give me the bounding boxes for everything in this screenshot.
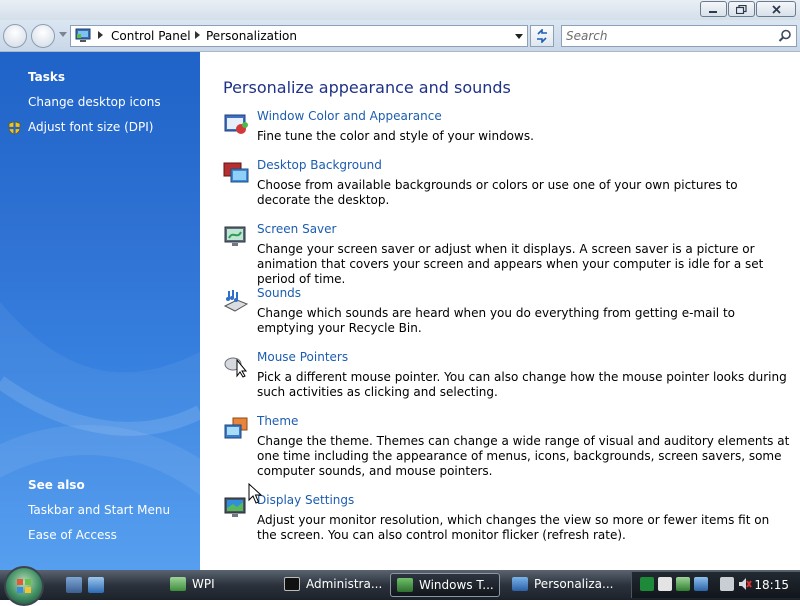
uac-shield-icon [8, 121, 21, 135]
restore-icon [736, 4, 747, 14]
security-center-icon[interactable] [676, 577, 690, 591]
show-desktop-icon[interactable] [66, 577, 82, 593]
sounds-link[interactable]: Sounds [257, 286, 301, 300]
start-button[interactable] [4, 566, 44, 606]
task-pane: Tasks Change desktop icons Adjust font s… [0, 52, 200, 570]
back-button[interactable] [3, 24, 27, 48]
sounds-description: Change which sounds are heard when you d… [257, 306, 735, 335]
theme-icon [224, 417, 248, 439]
windows-logo-icon [17, 579, 31, 593]
screen-saver-icon [224, 226, 246, 246]
network-icon[interactable] [694, 577, 708, 591]
recent-pages-dropdown[interactable] [59, 32, 67, 37]
minimize-button[interactable] [700, 1, 727, 17]
navigation-bar: Control Panel Personalization [0, 20, 800, 52]
window-color-description: Fine tune the color and style of your wi… [257, 129, 534, 143]
close-button[interactable] [756, 1, 796, 17]
tray-app-icon[interactable] [640, 577, 654, 591]
ease-of-access-link[interactable]: Ease of Access [28, 528, 117, 542]
title-bar [0, 0, 800, 20]
change-desktop-icons-link[interactable]: Change desktop icons [28, 95, 161, 109]
breadcrumb-personalization[interactable]: Personalization [206, 29, 297, 43]
display-settings-icon [224, 497, 246, 517]
taskbar-button-label: WPI [192, 577, 215, 591]
refresh-button[interactable] [530, 25, 554, 47]
sounds-icon [223, 290, 249, 312]
breadcrumb-control-panel[interactable]: Control Panel [111, 29, 191, 43]
display-settings-description: Adjust your monitor resolution, which ch… [257, 513, 770, 542]
volume-muted-icon[interactable] [738, 577, 752, 591]
adjust-font-size-link[interactable]: Adjust font size (DPI) [28, 120, 153, 134]
refresh-icon [537, 29, 547, 43]
tray-user-icon[interactable] [658, 577, 672, 591]
notification-area: 18:15 [631, 572, 800, 598]
see-also-heading: See also [28, 478, 85, 492]
main-content: Personalize appearance and sounds Window… [200, 52, 800, 570]
taskbar-button-personalization[interactable]: Personaliza... [506, 573, 622, 597]
mouse-cursor-icon [248, 483, 262, 504]
system-clock[interactable]: 18:15 [754, 578, 789, 592]
caption-buttons [700, 1, 796, 17]
close-icon [771, 4, 781, 14]
screen-saver-link[interactable]: Screen Saver [257, 222, 336, 236]
taskbar: WPI Administra... Windows T... Personali… [0, 566, 800, 606]
switch-windows-icon[interactable] [88, 577, 104, 593]
search-input[interactable] [566, 28, 766, 44]
mouse-pointers-description: Pick a different mouse pointer. You can … [257, 370, 787, 399]
theme-link[interactable]: Theme [257, 414, 298, 428]
screen-saver-description: Change your screen saver or adjust when … [257, 242, 764, 286]
page-title: Personalize appearance and sounds [223, 78, 511, 97]
taskbar-button-label: Personaliza... [534, 577, 614, 591]
maximize-button[interactable] [728, 1, 755, 17]
breadcrumb-separator[interactable] [195, 31, 200, 39]
taskbar-button-label: Windows T... [419, 578, 494, 592]
minimize-icon [709, 10, 717, 13]
personalization-icon [512, 577, 528, 591]
search-box[interactable] [561, 25, 797, 47]
breadcrumb-separator[interactable] [98, 31, 103, 39]
mouse-pointers-icon [224, 357, 248, 378]
window-color-icon [224, 114, 248, 134]
taskbar-button-administrator[interactable]: Administra... [278, 573, 386, 597]
window-color-link[interactable]: Window Color and Appearance [257, 109, 442, 123]
address-dropdown[interactable] [515, 34, 523, 39]
task-manager-icon [397, 578, 413, 592]
desktop-background-icon [223, 162, 249, 183]
address-bar[interactable]: Control Panel Personalization [70, 25, 528, 47]
tasks-heading: Tasks [28, 70, 66, 84]
desktop-background-link[interactable]: Desktop Background [257, 158, 382, 172]
forward-button[interactable] [31, 24, 55, 48]
desktop-background-description: Choose from available backgrounds or col… [257, 178, 738, 207]
display-settings-link[interactable]: Display Settings [257, 493, 354, 507]
control-panel-icon [75, 28, 91, 42]
taskbar-button-windows-task-manager[interactable]: Windows T... [390, 573, 500, 597]
theme-description: Change the theme. Themes can change a wi… [257, 434, 790, 478]
search-icon[interactable] [778, 29, 792, 43]
mouse-pointers-link[interactable]: Mouse Pointers [257, 350, 348, 364]
cmd-icon [284, 577, 300, 591]
taskbar-button-label: Administra... [306, 577, 383, 591]
taskbar-start-menu-link[interactable]: Taskbar and Start Menu [28, 503, 170, 517]
wpi-icon [170, 577, 186, 591]
taskbar-button-wpi[interactable]: WPI [164, 573, 274, 597]
device-icon[interactable] [720, 577, 734, 591]
